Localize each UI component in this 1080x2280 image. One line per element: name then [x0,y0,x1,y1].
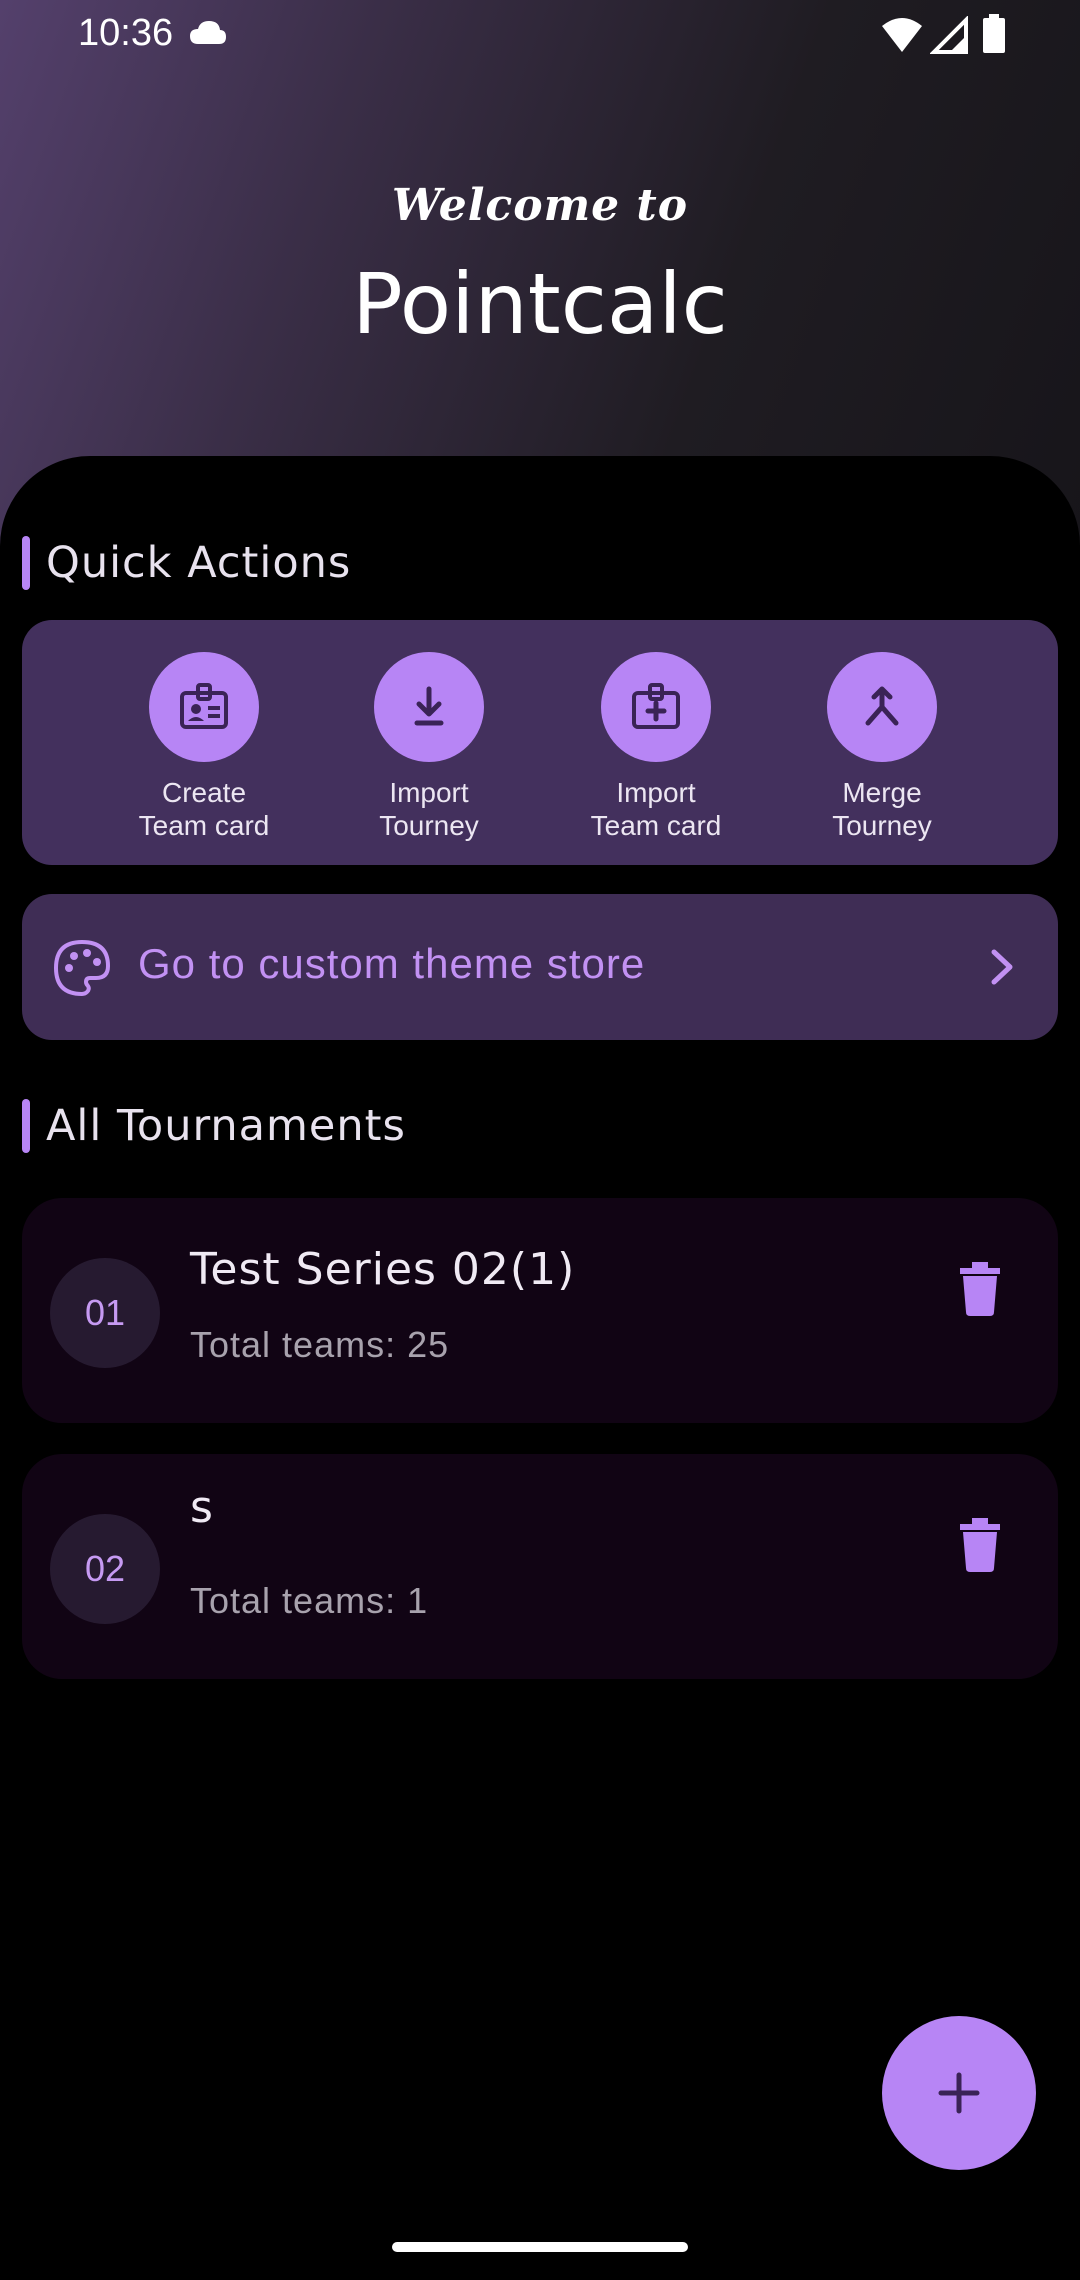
quick-actions-header: Quick Actions [22,536,351,590]
tournament-card[interactable]: 02 s Total teams: 1 [22,1454,1058,1679]
palette-icon [52,938,112,1003]
all-tournaments-header: All Tournaments [22,1099,406,1153]
tournament-name: s [190,1482,214,1533]
qa-circle [827,652,937,762]
qa-label: Create Team card [138,777,270,841]
tournament-team-count: Total teams: 25 [190,1324,450,1365]
tournament-team-count: Total teams: 1 [190,1580,429,1621]
quick-actions-card: Create Team card Import Tourney Import T… [22,620,1058,865]
battery-icon [982,14,1006,59]
qa-label: Import Team card [590,777,722,841]
plus-icon [938,2072,980,2114]
qa-circle [601,652,711,762]
tournament-name: Test Series 02(1) [190,1244,576,1295]
merge-icon [865,686,899,726]
import-team-card-button[interactable]: Import Team card [556,652,756,842]
chevron-right-icon [982,942,1022,997]
create-team-card-button[interactable]: Create Team card [104,652,304,842]
welcome-text: Welcome to [391,180,689,231]
qa-circle [149,652,259,762]
download-icon [414,686,444,726]
qa-label: Import Tourney [379,777,479,841]
add-tournament-button[interactable] [882,2016,1036,2170]
status-bar: 10:36 [0,0,1080,70]
qa-circle [374,652,484,762]
wifi-icon [880,16,924,59]
tournament-card[interactable]: 01 Test Series 02(1) Total teams: 25 [22,1198,1058,1423]
quick-actions-title: Quick Actions [46,538,352,588]
section-accent-bar [22,1099,30,1153]
badge-plus-icon [632,683,680,729]
delete-icon[interactable] [950,1510,1010,1579]
section-accent-bar [22,536,30,590]
theme-store-label: Go to custom theme store [138,940,646,987]
delete-icon[interactable] [950,1254,1010,1323]
import-tourney-button[interactable]: Import Tourney [329,652,529,842]
gesture-nav-handle[interactable] [392,2242,688,2252]
app-title: Pointcalc [352,255,728,353]
tournament-number: 01 [50,1258,160,1368]
merge-tourney-button[interactable]: Merge Tourney [782,652,982,842]
status-time: 10:36 [78,12,174,54]
all-tournaments-title: All Tournaments [46,1101,406,1151]
signal-icon [929,15,970,59]
theme-store-button[interactable]: Go to custom theme store [22,894,1058,1040]
badge-icon [180,683,228,729]
tournament-number: 02 [50,1514,160,1624]
cloud-icon [188,18,228,51]
qa-label: Merge Tourney [832,777,932,841]
